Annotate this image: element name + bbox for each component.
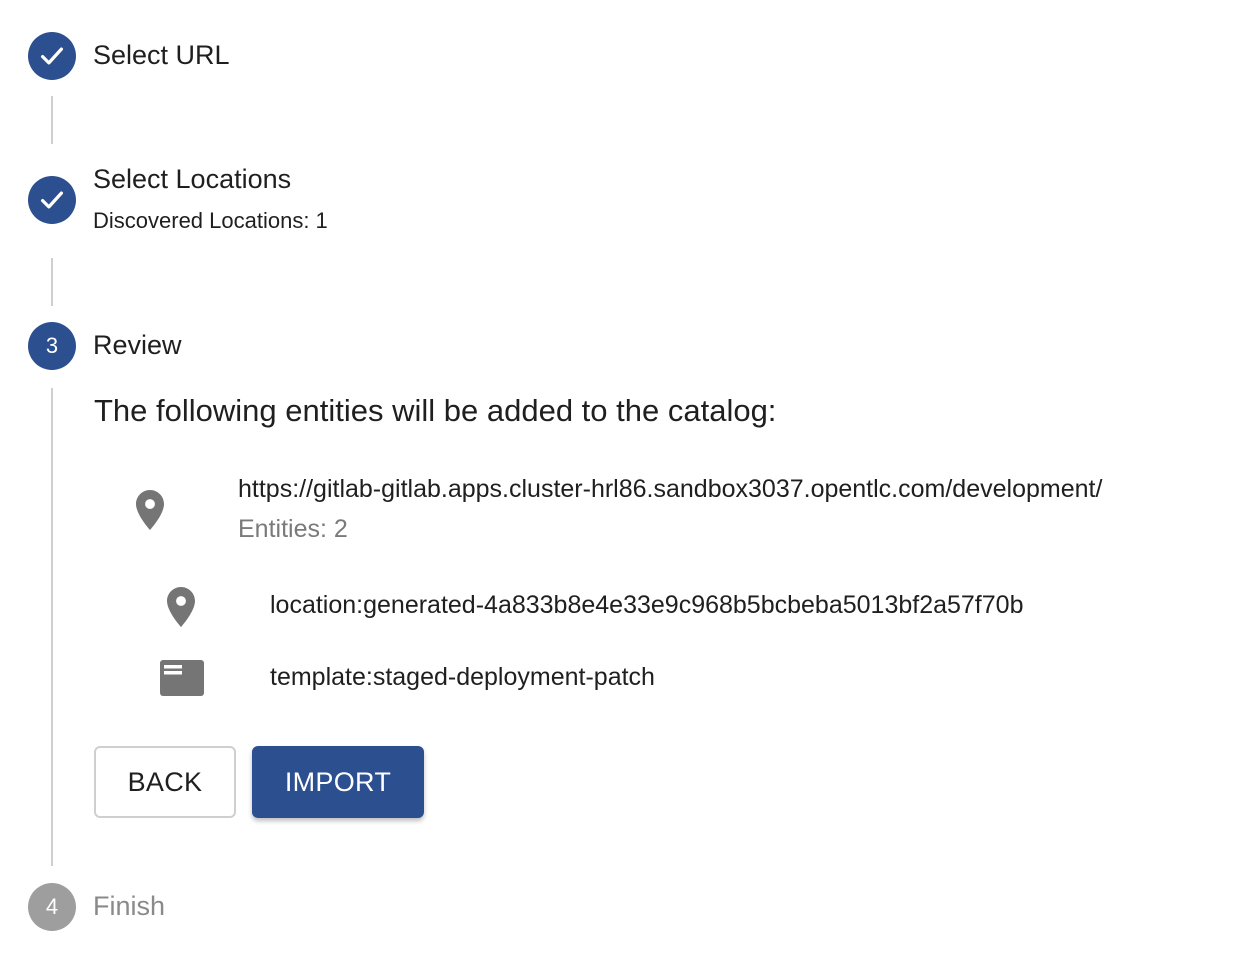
import-button[interactable]: IMPORT [252, 746, 424, 818]
step-label-select-url: Select URL [93, 40, 230, 70]
import-stepper: Select URL Select Locations Discovered L… [0, 0, 1260, 976]
step-select-url-check-icon [28, 32, 76, 80]
step-sublabel-discovered-locations: Discovered Locations: 1 [93, 208, 328, 233]
back-button[interactable]: BACK [94, 746, 236, 818]
entity-location-name: location:generated-4a833b8e4e33e9c968b5b… [270, 591, 1024, 619]
step-finish-number-icon: 4 [28, 883, 76, 931]
step-connector [51, 388, 53, 866]
location-entity-count: Entities: 2 [238, 515, 348, 543]
map-pin-icon [167, 587, 195, 627]
step-label-select-locations: Select Locations [93, 164, 292, 194]
step-label-review: Review [93, 330, 182, 360]
step-label-finish: Finish [93, 891, 166, 921]
step-select-locations-check-icon [28, 176, 76, 224]
review-intro-text: The following entities will be added to … [94, 393, 777, 428]
step-connector [51, 258, 53, 306]
template-icon [160, 660, 204, 696]
step-connector [51, 96, 53, 144]
entity-template-name: template:staged-deployment-patch [270, 663, 655, 691]
map-pin-icon [136, 490, 164, 530]
step-review-number-icon: 3 [28, 322, 76, 370]
location-url: https://gitlab-gitlab.apps.cluster-hrl86… [238, 475, 1103, 503]
